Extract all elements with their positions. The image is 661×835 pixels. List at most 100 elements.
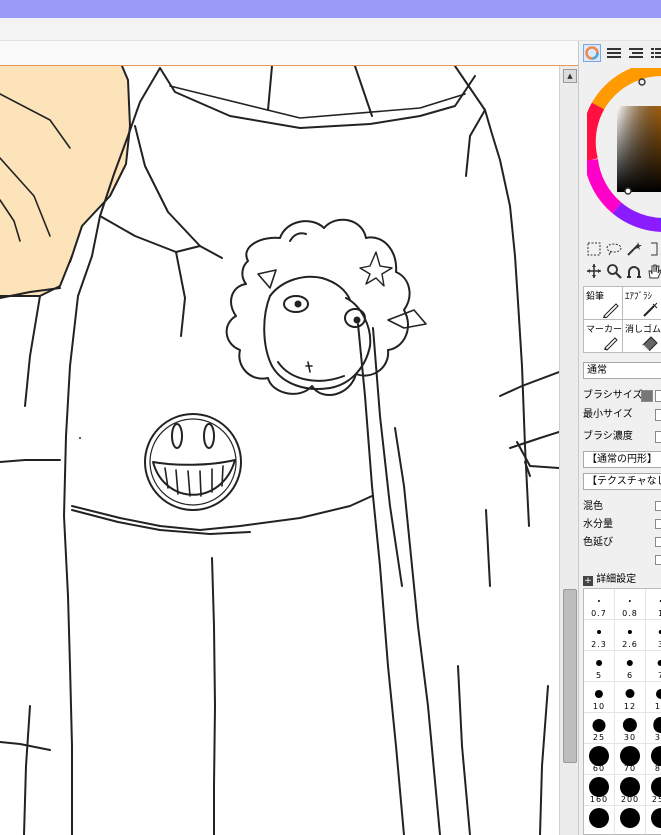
scroll-icon[interactable] — [645, 240, 661, 258]
blend-mode-select[interactable]: 通常 — [583, 362, 661, 379]
move-icon[interactable] — [585, 262, 603, 280]
size-label: 30 — [623, 733, 637, 742]
brush-airbrush[interactable]: ｴｱﾌﾞﾗｼ — [623, 287, 661, 320]
size-label: 1 — [646, 609, 661, 618]
size-preset-cell[interactable]: 160 — [584, 775, 615, 806]
scroll-thumb[interactable] — [563, 589, 577, 763]
size-dot — [620, 746, 640, 766]
size-dot — [651, 808, 661, 828]
size-dot — [626, 659, 634, 667]
size-preset-cell[interactable]: 60 — [584, 744, 615, 775]
brush-label: ｴｱﾌﾞﾗｼ — [625, 292, 653, 302]
scroll-up-icon[interactable]: ▲ — [563, 69, 577, 83]
size-dot — [620, 808, 640, 828]
size-dot — [653, 717, 661, 733]
size-preset-cell[interactable]: 5 — [584, 651, 615, 682]
option-checkbox[interactable] — [655, 555, 661, 565]
brush-label: 消しゴム — [625, 325, 661, 335]
size-dot — [592, 718, 606, 732]
size-preset-cell[interactable]: 2.3 — [584, 620, 615, 651]
brush-density-slider[interactable] — [655, 431, 661, 443]
rect-select-icon[interactable] — [585, 240, 603, 258]
min-size-label: 最小サイズ — [583, 409, 633, 420]
brush-pencil[interactable]: 鉛筆 — [584, 287, 623, 320]
size-label: 160 — [589, 795, 609, 804]
water-label: 水分量 — [583, 519, 613, 530]
brush-shape-select[interactable]: 【通常の円形】 — [583, 451, 661, 468]
size-label: 6 — [626, 671, 634, 680]
size-preset-cell[interactable]: 2.6 — [615, 620, 646, 651]
size-dot — [657, 659, 661, 667]
size-preset-cell[interactable]: 80 — [646, 744, 661, 775]
size-preset-cell[interactable]: 6 — [615, 651, 646, 682]
brush-eraser[interactable]: 消しゴム — [623, 320, 661, 353]
size-preset-cell[interactable] — [615, 806, 646, 834]
size-dot — [651, 777, 661, 797]
size-preset-cell[interactable]: 25 — [584, 713, 615, 744]
mix-label: 混色 — [583, 501, 603, 512]
size-preset-cell[interactable]: 1 — [646, 589, 661, 620]
airbrush-icon — [643, 302, 658, 317]
size-label: 2.3 — [591, 640, 607, 649]
advanced-settings-label: 詳細設定 — [596, 574, 637, 585]
size-label: 15 — [654, 702, 661, 711]
hand-icon[interactable] — [645, 262, 661, 280]
size-dot — [597, 599, 601, 603]
size-label: 70 — [623, 764, 637, 773]
size-preset-cell[interactable]: 3 — [646, 620, 661, 651]
advanced-settings[interactable]: + 詳細設定 — [583, 572, 636, 587]
size-label: 60 — [592, 764, 606, 773]
size-dot — [622, 717, 638, 733]
size-label: 0.7 — [591, 609, 607, 618]
size-preset-cell[interactable] — [584, 806, 615, 834]
mix-checkbox[interactable] — [655, 501, 661, 511]
texture-select[interactable]: 【テクスチャなし】 — [583, 473, 661, 490]
eraser-icon — [642, 336, 658, 351]
line-art — [0, 66, 559, 835]
rotate-icon[interactable] — [625, 262, 643, 280]
water-checkbox[interactable] — [655, 519, 661, 529]
list-icon[interactable] — [649, 44, 661, 62]
brush-size-label: ブラシサイズ — [583, 390, 643, 401]
drawing-canvas[interactable] — [0, 66, 559, 835]
size-preset-cell[interactable]: 7 — [646, 651, 661, 682]
brush-size-toggle[interactable] — [641, 390, 653, 402]
color-wheel-icon[interactable] — [583, 44, 601, 62]
size-dot — [651, 746, 661, 766]
lasso-icon[interactable] — [605, 240, 623, 258]
size-dot — [620, 777, 640, 797]
size-dot — [625, 689, 635, 699]
tool-panel: 鉛筆 ｴｱﾌﾞﾗｼ マーカー 消しゴム 通常 ブラシサイズ 最小サイズ ブラシ濃… — [578, 41, 661, 835]
size-label: 80 — [654, 764, 661, 773]
zoom-icon[interactable] — [605, 262, 623, 280]
size-preset-cell[interactable]: 15 — [646, 682, 661, 713]
size-preset-cell[interactable]: 12 — [615, 682, 646, 713]
size-preset-cell[interactable]: 35 — [646, 713, 661, 744]
size-preset-cell[interactable]: 0.8 — [615, 589, 646, 620]
size-preset-cell[interactable] — [646, 806, 661, 834]
color-wheel[interactable] — [587, 68, 661, 234]
size-label: 5 — [595, 671, 603, 680]
size-preset-cell[interactable]: 250 — [646, 775, 661, 806]
size-preset-cell[interactable]: 200 — [615, 775, 646, 806]
min-size-slider[interactable] — [655, 409, 661, 421]
hsv-sliders-icon[interactable] — [627, 44, 645, 62]
size-dot — [597, 630, 601, 634]
brush-grid: 鉛筆 ｴｱﾌﾞﾗｼ マーカー 消しゴム — [583, 286, 661, 353]
size-dot — [596, 660, 602, 666]
brush-marker[interactable]: マーカー — [584, 320, 623, 353]
brush-size-slider[interactable] — [655, 390, 661, 402]
menu-bar — [0, 18, 661, 41]
magic-wand-icon[interactable] — [625, 240, 643, 258]
brush-size-grid: 0.70.812.32.6356710121525303560708016020… — [583, 588, 661, 835]
size-label: 7 — [646, 671, 661, 680]
size-preset-cell[interactable]: 10 — [584, 682, 615, 713]
size-preset-cell[interactable]: 30 — [615, 713, 646, 744]
size-preset-cell[interactable]: 0.7 — [584, 589, 615, 620]
rgb-sliders-icon[interactable] — [605, 44, 623, 62]
tool-grid — [585, 240, 661, 280]
stretch-checkbox[interactable] — [655, 537, 661, 547]
marker-icon — [604, 337, 618, 351]
vertical-scrollbar[interactable]: ▲ — [559, 66, 579, 835]
size-preset-cell[interactable]: 70 — [615, 744, 646, 775]
